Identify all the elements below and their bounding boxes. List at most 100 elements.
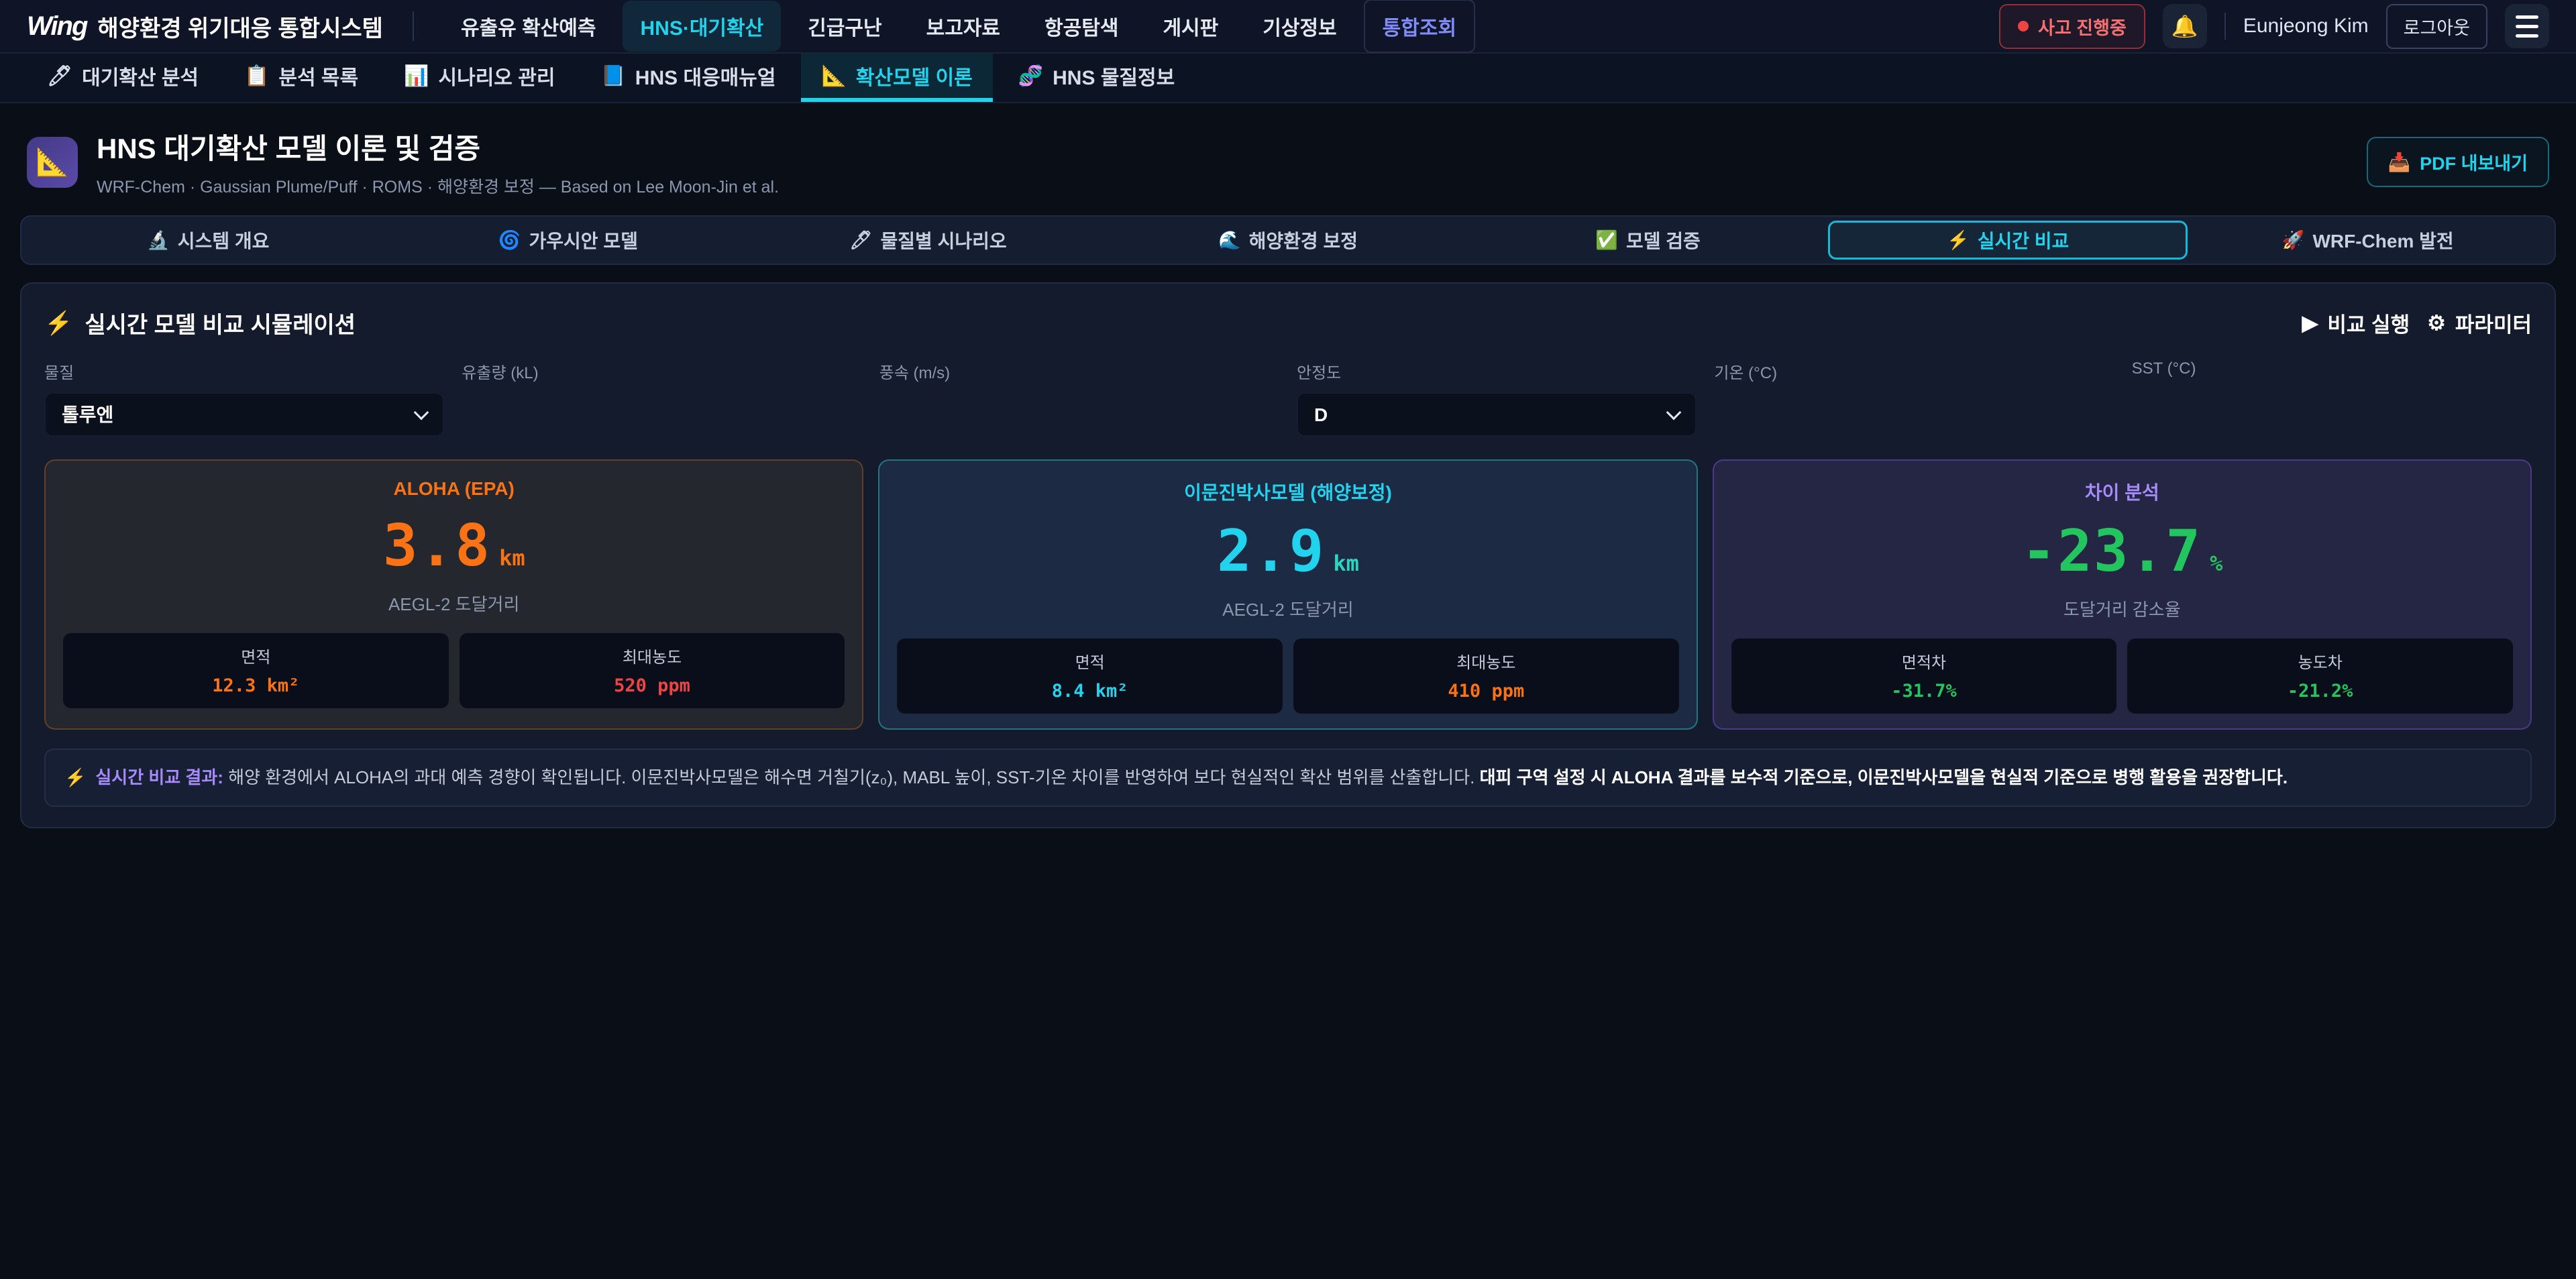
subtab-label: HNS 대응매뉴얼 (635, 61, 776, 91)
stability-select[interactable]: D (1297, 392, 1697, 437)
menu-button[interactable] (2505, 4, 2549, 48)
air-temp-label: 기온 (°C) (1714, 359, 2114, 383)
tab-gaussian-model[interactable]: 🌀 가우시안 모델 (388, 221, 749, 260)
logo[interactable]: Wing 해양환경 위기대응 통합시스템 (27, 10, 383, 43)
substance-label: 물질 (44, 359, 444, 383)
subtab-label: 시나리오 관리 (439, 61, 555, 91)
subtab-hns-substance-info[interactable]: 🧬 HNS 물질정보 (998, 54, 1195, 102)
page-icon: 📐 (27, 137, 78, 188)
card-unit: km (1333, 551, 1359, 576)
note-body: 해양 환경에서 ALOHA의 과대 예측 경향이 확인됩니다. 이문진박사모델은… (223, 767, 1480, 787)
subtab-atmos-analysis[interactable]: 🖊 대기확산 분석 (27, 54, 219, 102)
tab-label: WRF-Chem 발전 (2312, 227, 2453, 254)
lightning-icon: ⚡ (64, 767, 86, 787)
nav-integrated-search[interactable]: 통합조회 (1364, 0, 1475, 53)
subtab-label: 확산모델 이론 (856, 61, 973, 91)
user-name: Eunjeong Kim (2243, 15, 2369, 38)
card-unit: % (2210, 551, 2222, 576)
pen-icon: 🖊 (849, 229, 872, 251)
nav-emergency-rescue[interactable]: 긴급구난 (790, 1, 899, 52)
pdf-export-button[interactable]: 📥 PDF 내보내기 (2367, 137, 2550, 187)
stat-label: 농도차 (2134, 649, 2506, 673)
notifications-button[interactable]: 🔔 (2163, 4, 2207, 48)
stat-area-diff: 면적차 -31.7% (1731, 638, 2117, 714)
nav-board[interactable]: 게시판 (1145, 1, 1236, 52)
nav-hns-atmos[interactable]: HNS·대기확산 (623, 1, 781, 52)
stat-value: -21.2% (2134, 681, 2506, 702)
tab-wrf-chem[interactable]: 🚀 WRF-Chem 발전 (2188, 221, 2548, 260)
card-subtitle: 도달거리 감소율 (1731, 596, 2513, 621)
topbar: Wing 해양환경 위기대응 통합시스템 유출유 확산예측 HNS·대기확산 긴… (0, 0, 2576, 54)
note-strong: 대피 구역 설정 시 ALOHA 결과를 보수적 기준으로, 이문진박사모델을 … (1480, 767, 2288, 787)
subtab-hns-manual[interactable]: 📘 HNS 대응매뉴얼 (580, 54, 796, 102)
realtime-comparison-panel: ⚡ 실시간 모델 비교 시뮬레이션 ▶ 비교 실행 ⚙ 파라미터 물질 톨루엔 (20, 282, 2556, 828)
chart-icon: 📊 (404, 64, 429, 88)
logout-button[interactable]: 로그아웃 (2386, 4, 2487, 49)
tab-substance-scenarios[interactable]: 🖊 물질별 시나리오 (748, 221, 1108, 260)
tab-label: 해양환경 보정 (1249, 227, 1358, 254)
card-stats: 면적차 -31.7% 농도차 -21.2% (1731, 638, 2513, 714)
page-subtitle: WRF-Chem · Gaussian Plume/Puff · ROMS · … (97, 174, 779, 198)
stat-label: 면적차 (1738, 649, 2110, 673)
panel-header: ⚡ 실시간 모델 비교 시뮬레이션 ▶ 비교 실행 ⚙ 파라미터 (42, 307, 2534, 339)
stat-value: -31.7% (1738, 681, 2110, 702)
lightning-icon: ⚡ (1947, 229, 1970, 251)
tab-model-validation[interactable]: ✅ 모델 검증 (1468, 221, 1828, 260)
sst-input[interactable] (2132, 388, 2532, 432)
rocket-icon: 🚀 (2282, 229, 2305, 251)
nav-reports[interactable]: 보고자료 (909, 1, 1018, 52)
play-icon: ▶ (2302, 311, 2318, 335)
run-comparison-button[interactable]: ▶ 비교 실행 (2302, 308, 2410, 338)
card-subtitle: AEGL-2 도달거리 (897, 596, 1678, 621)
download-icon: 📥 (2388, 152, 2411, 173)
substance-select[interactable]: 톨루엔 (44, 392, 444, 437)
stat-max-concentration: 최대농도 520 ppm (460, 633, 845, 708)
stat-concentration-diff: 농도차 -21.2% (2127, 638, 2513, 714)
field-sst: SST (°C) (2132, 359, 2532, 437)
result-cards: ALOHA (EPA) 3.8km AEGL-2 도달거리 면적 12.3 km… (42, 459, 2534, 730)
incident-status-badge[interactable]: 사고 진행중 (1999, 4, 2145, 49)
sst-label: SST (°C) (2132, 359, 2532, 378)
tab-system-overview[interactable]: 🔬 시스템 개요 (28, 221, 388, 260)
stat-area: 면적 12.3 km² (63, 633, 449, 708)
dna-icon: 🧬 (1018, 64, 1043, 88)
stat-value: 12.3 km² (70, 675, 442, 696)
air-temp-input[interactable] (1714, 392, 2114, 437)
field-substance: 물질 톨루엔 (44, 359, 444, 437)
nav-oil-spill[interactable]: 유출유 확산예측 (443, 1, 614, 52)
card-value: 2.9km (897, 522, 1678, 580)
parameters-button[interactable]: ⚙ 파라미터 (2427, 308, 2532, 338)
subtab-analysis-list[interactable]: 📋 분석 목록 (224, 54, 378, 102)
tab-label: 실시간 비교 (1978, 227, 2070, 254)
spiral-icon: 🌀 (498, 229, 521, 251)
stat-label: 최대농도 (1300, 649, 1672, 673)
field-spill-volume: 유출량 (kL) (462, 359, 861, 437)
stat-area: 면적 8.4 km² (897, 638, 1283, 714)
panel-title-text: 실시간 모델 비교 시뮬레이션 (85, 307, 356, 339)
spill-volume-input[interactable] (462, 392, 861, 437)
card-title: 차이 분석 (1731, 478, 2513, 505)
card-subtitle: AEGL-2 도달거리 (63, 591, 845, 616)
subtab-scenario-mgmt[interactable]: 📊 시나리오 관리 (384, 54, 575, 102)
divider (413, 11, 414, 41)
tab-realtime-comparison[interactable]: ⚡ 실시간 비교 (1828, 221, 2188, 260)
nav-aerial-search[interactable]: 항공탐색 (1027, 1, 1136, 52)
wave-icon: 🌊 (1218, 229, 1241, 251)
nav-weather[interactable]: 기상정보 (1245, 1, 1354, 52)
subtab-label: HNS 물질정보 (1053, 61, 1175, 91)
subtab-model-theory[interactable]: 📐 확산모델 이론 (801, 54, 992, 102)
lee-model-result-card: 이문진박사모델 (해양보정) 2.9km AEGL-2 도달거리 면적 8.4 … (878, 459, 1697, 730)
stat-label: 면적 (70, 644, 442, 667)
logo-mark: Wing (27, 11, 87, 42)
wind-speed-input[interactable] (879, 392, 1279, 437)
incident-dot-icon (2018, 21, 2029, 32)
lightning-icon: ⚡ (44, 310, 72, 337)
page-header: 📐 HNS 대기확산 모델 이론 및 검증 WRF-Chem · Gaussia… (0, 103, 2576, 213)
note-prefix: 실시간 비교 결과: (95, 767, 223, 787)
tab-marine-correction[interactable]: 🌊 해양환경 보정 (1108, 221, 1468, 260)
spill-volume-label: 유출량 (kL) (462, 359, 861, 383)
system-title: 해양환경 위기대응 통합시스템 (97, 10, 383, 43)
field-wind-speed: 풍속 (m/s) (879, 359, 1279, 437)
clipboard-icon: 📋 (244, 64, 269, 88)
check-icon: ✅ (1595, 229, 1618, 251)
